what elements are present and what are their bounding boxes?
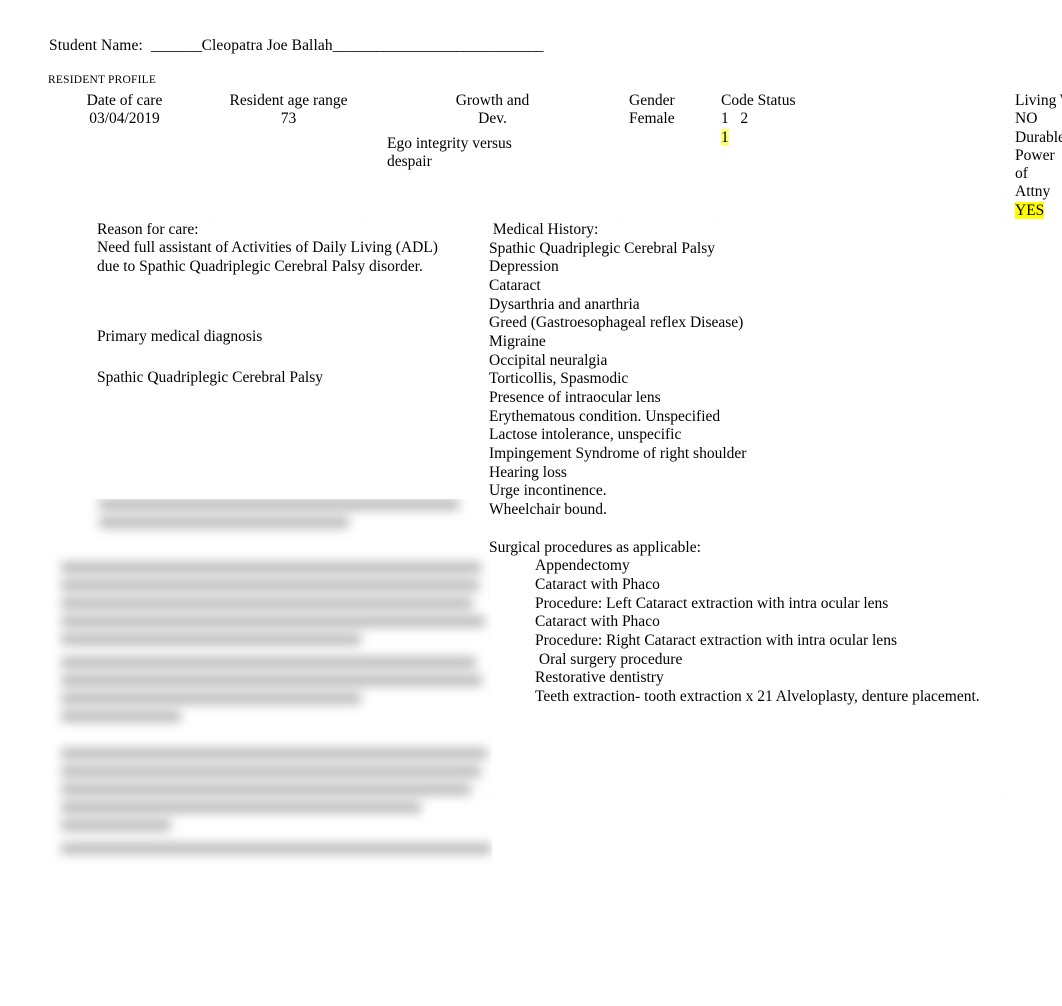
growth-dev-value-line2: despair [387, 152, 432, 170]
surgical-procedure-item: Teeth extraction- tooth extraction x 21 … [535, 688, 980, 706]
medical-history-item: Presence of intraocular lens [489, 389, 661, 407]
code-status-label: Code Status [721, 92, 796, 109]
medical-history-item: Lactose intolerance, unspecific [489, 426, 682, 444]
code-status-options[interactable]: 1 2 [721, 110, 1006, 128]
student-name-rule-trailing: _____________________________ [332, 37, 544, 54]
growth-dev-label-line2: Dev. [478, 110, 507, 128]
cell-date-of-care: Date of care 03/04/2019 [36, 85, 213, 221]
surgical-procedure-item: Cataract with Phaco [535, 576, 660, 594]
growth-dev-value-line1: Ego integrity versus [387, 134, 512, 152]
medical-history-item: Urge incontinence. [489, 482, 607, 500]
date-of-care-label: Date of care [86, 92, 163, 109]
surgical-procedure-item: Cataract with Phaco [535, 613, 660, 631]
living-will-label: Living Will [1015, 92, 1062, 109]
cell-reason-and-diagnosis: Reason for care: Need full assistant of … [36, 219, 491, 854]
cell-gender: Gender Female [620, 85, 713, 221]
profile-header-row: Date of care 03/04/2019 Resident age ran… [36, 85, 1062, 221]
gender-value: Female [629, 110, 675, 128]
medical-history-item: Spathic Quadriplegic Cerebral Palsy [489, 239, 715, 257]
medical-history-item: Erythematous condition. Unspecified [489, 407, 721, 425]
durable-power-yes[interactable]: YES [1015, 201, 1045, 219]
code-status-selected[interactable]: 1 [721, 128, 729, 146]
cell-medical-history: Medical History: Spathic Quadriplegic Ce… [488, 219, 1007, 800]
medical-history-item: Occipital neuralgia [489, 351, 608, 369]
medical-history-item: Wheelchair bound. [489, 501, 607, 519]
medical-history-item: Dysarthria and anarthria [489, 295, 640, 313]
medical-history-item: Impingement Syndrome of right shoulder [489, 445, 747, 463]
cell-growth-and-dev: Growth and Dev. Ego integrity versus des… [364, 85, 621, 221]
profile-body-row: Reason for care: Need full assistant of … [36, 219, 1007, 854]
surgical-procedure-item: Oral surgery procedure [535, 650, 683, 668]
growth-dev-label-line1: Growth and [455, 92, 530, 109]
primary-diagnosis-heading: Primary medical diagnosis [97, 327, 263, 345]
student-name-value: Cleopatra Joe Ballah [201, 37, 333, 54]
resident-profile-table: Date of care 03/04/2019 Resident age ran… [36, 85, 1062, 854]
resident-age-range-value: 73 [280, 110, 297, 128]
surgical-procedures-heading: Surgical procedures as applicable: [489, 538, 701, 556]
date-of-care-value: 03/04/2019 [89, 110, 160, 128]
medical-history-heading: Medical History: [489, 220, 599, 238]
surgical-procedure-item: Restorative dentistry [535, 669, 664, 687]
student-name-line: Student Name: _______Cleopatra Joe Balla… [49, 37, 543, 55]
reason-for-care-heading: Reason for care: [97, 220, 199, 238]
reason-for-care-line1: Need full assistant of Activities of Dai… [97, 239, 438, 257]
resident-age-range-label: Resident age range [229, 92, 348, 109]
medical-history-item: Cataract [489, 276, 541, 294]
medical-history-item: Torticollis, Spasmodic [489, 370, 629, 388]
reason-for-care-line2: due to Spathic Quadriplegic Cerebral Pal… [97, 257, 423, 275]
student-name-rule-leading: _______ [150, 37, 202, 54]
redacted-text-block [51, 498, 492, 897]
medical-history-item: Migraine [489, 333, 546, 350]
surgical-procedure-item: Procedure: Left Cataract extraction with… [535, 594, 889, 612]
gender-label: Gender [629, 92, 675, 109]
medical-history-item: Greed (Gastroesophageal reflex Disease) [489, 314, 744, 332]
medical-history-item: Hearing loss [489, 463, 567, 481]
student-name-label: Student Name: [49, 37, 151, 54]
surgical-procedure-item: Procedure: Right Cataract extraction wit… [535, 632, 897, 650]
primary-diagnosis-value: Spathic Quadriplegic Cerebral Palsy [97, 369, 323, 387]
cell-code-status: Code Status 1 2 1 [712, 85, 1007, 221]
medical-history-item: Depression [489, 258, 559, 276]
surgical-procedure-item: Appendectomy [535, 557, 630, 575]
cell-resident-age-range: Resident age range 73 [212, 85, 365, 221]
